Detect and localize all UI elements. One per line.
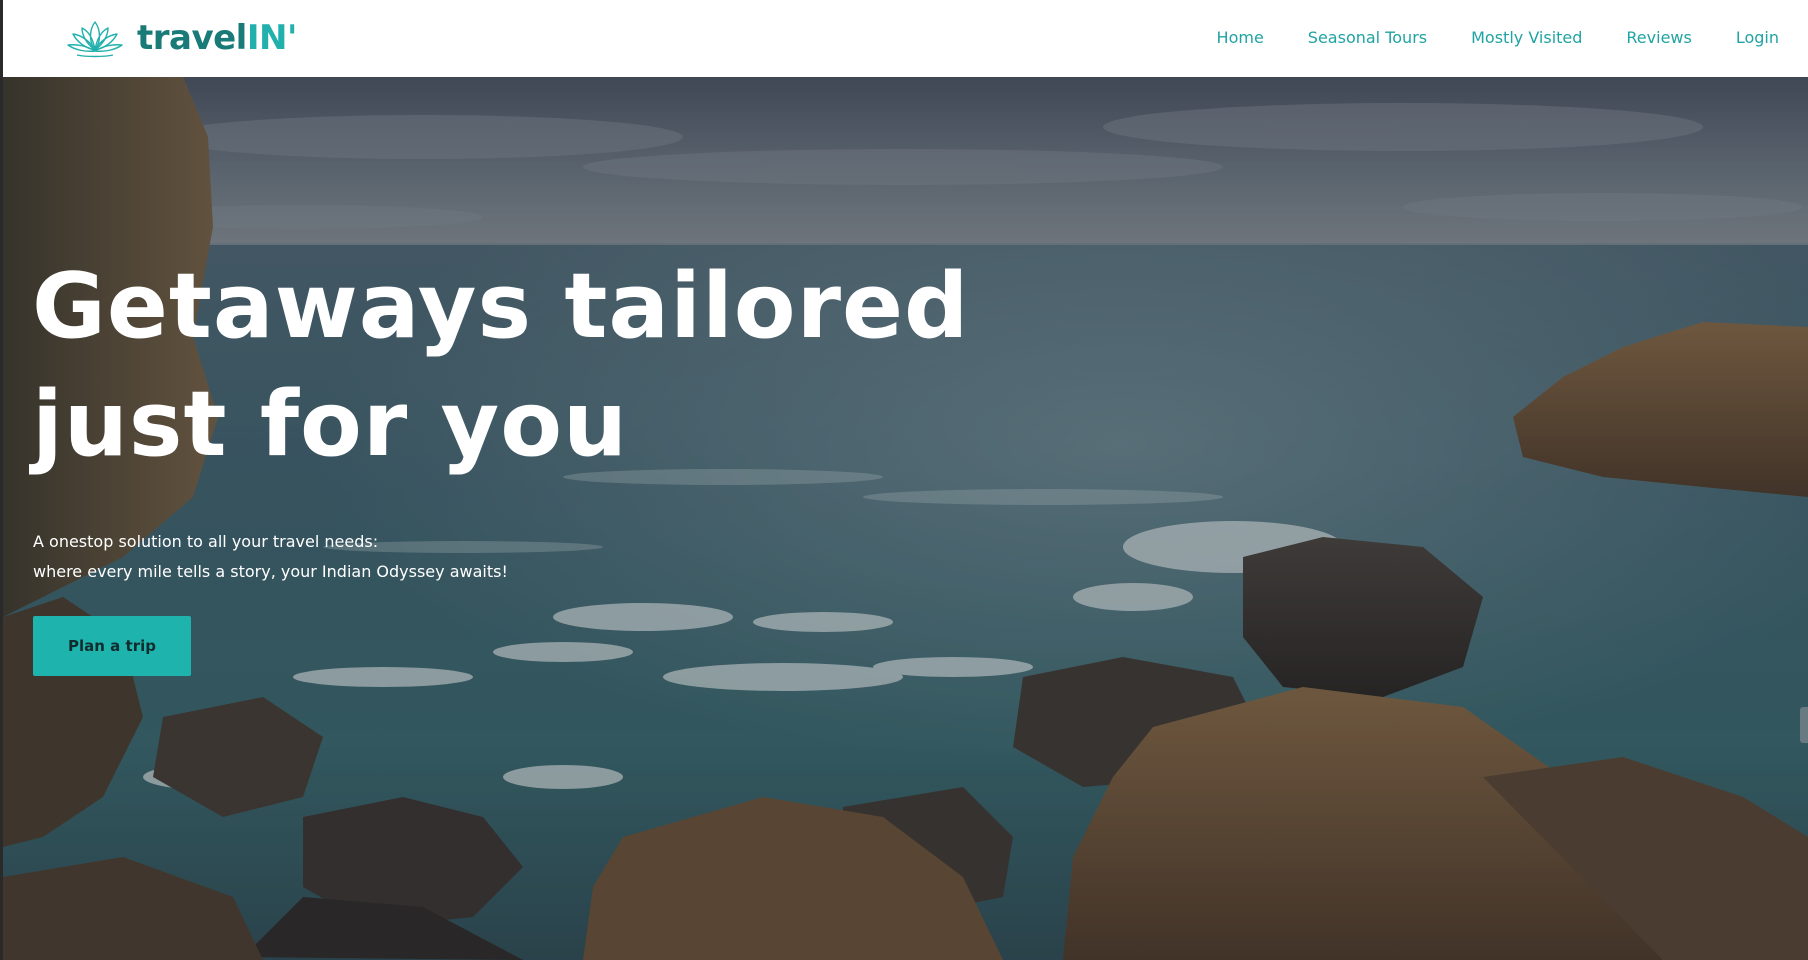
hero-subtitle-line-2: where every mile tells a story, your Ind… <box>33 562 508 581</box>
brand-name: travelIN' <box>137 16 297 60</box>
hero-section <box>3 77 1808 960</box>
nav-item-seasonal-tours[interactable]: Seasonal Tours <box>1308 28 1427 47</box>
page: travelIN' Home Seasonal Tours Mostly Vis… <box>0 0 1808 960</box>
hero-title: Getaways tailored just for you <box>32 248 1032 484</box>
hero-title-line-2: just for you <box>32 372 629 477</box>
brand-name-main: travel <box>137 18 247 58</box>
nav-menu: Home Seasonal Tours Mostly Visited Revie… <box>1173 0 1808 74</box>
brand[interactable]: travelIN' <box>65 16 297 60</box>
nav-item-mostly-visited[interactable]: Mostly Visited <box>1471 28 1582 47</box>
scroll-handle[interactable] <box>1800 707 1808 743</box>
brand-name-accent: IN' <box>246 18 298 58</box>
nav-item-login[interactable]: Login <box>1736 28 1779 47</box>
window-edge <box>0 0 3 960</box>
nav-item-home[interactable]: Home <box>1217 28 1264 47</box>
hero-subtitle: A onestop solution to all your travel ne… <box>33 527 508 587</box>
plan-trip-button[interactable]: Plan a trip <box>33 616 191 676</box>
hero-subtitle-line-1: A onestop solution to all your travel ne… <box>33 532 379 551</box>
hero-background-image <box>3 77 1808 960</box>
navbar: travelIN' Home Seasonal Tours Mostly Vis… <box>3 0 1808 77</box>
lotus-icon <box>67 21 123 58</box>
nav-item-reviews[interactable]: Reviews <box>1626 28 1691 47</box>
hero-title-line-1: Getaways tailored <box>32 254 970 359</box>
